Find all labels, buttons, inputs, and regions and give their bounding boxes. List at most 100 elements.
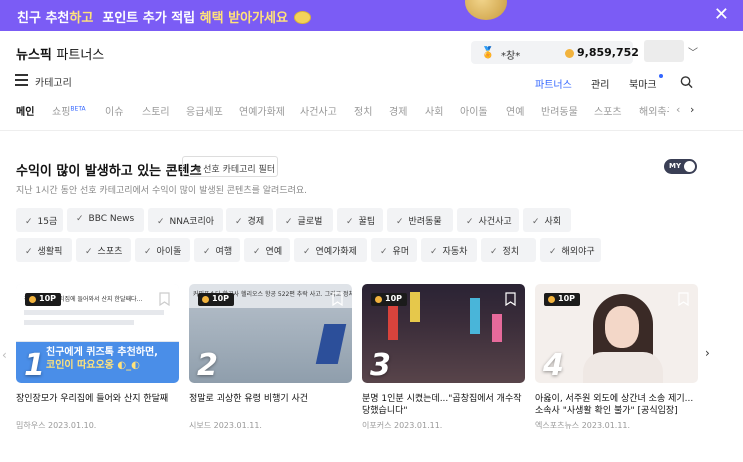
category-chip[interactable]: ✓ BBC News [67, 208, 144, 232]
tab-economy[interactable]: 경제 [389, 103, 407, 118]
category-chip[interactable]: ✓ 여행 [194, 238, 240, 262]
section-description: 지난 1시간 동안 선호 카테고리에서 수익이 많이 발생된 콘텐츠를 알려드려… [16, 186, 308, 196]
card-title[interactable]: 분명 1인분 시켰는데..."곱창집에서 개수작 당했습니다" [362, 393, 527, 417]
category-chip[interactable]: ✓ 15금 [16, 208, 63, 232]
hamburger-menu-icon[interactable] [15, 74, 28, 86]
tab-incidents[interactable]: 사건사고 [300, 103, 337, 118]
check-icon: ✓ [346, 217, 354, 227]
medal-icon: 🏅 [481, 46, 495, 59]
carousel-prev-icon[interactable]: ‹ [2, 348, 7, 362]
promo-text: 친구 추천하고 포인트 추가 적립 혜택 받아가세요 [17, 7, 311, 26]
tab-entertainment-buzz[interactable]: 연예가화제 [239, 103, 285, 118]
tab-issue[interactable]: 이슈 [105, 103, 123, 118]
content-card-thumbnail[interactable]: 장인장모가 우리집에 들어와서 산지 한달째다... 친구에게 퀴즈톡 추천하면… [16, 284, 179, 383]
check-icon: ✓ [25, 217, 33, 227]
tab-politics[interactable]: 정치 [354, 103, 372, 118]
beta-badge: BETA [70, 105, 86, 113]
chip-label: 꿀팁 [358, 217, 376, 227]
chip-label: 사회 [544, 217, 562, 227]
check-icon: ✓ [25, 247, 33, 257]
notification-dot [659, 74, 663, 78]
promo-part3: 포인트 추가 적립 [102, 11, 196, 26]
tab-sports[interactable]: 스포츠 [594, 103, 622, 118]
category-menu-label[interactable]: 카테고리 [35, 74, 72, 89]
category-chip[interactable]: ✓ NNA코리아 [148, 208, 223, 232]
bookmark-icon[interactable] [332, 292, 343, 306]
category-tabs: 메인 쇼핑BETA 이슈 스토리 응급세포 연예가화제 사건사고 정치 경제 사… [0, 103, 743, 121]
category-chip[interactable]: ✓ 유머 [371, 238, 417, 262]
tab-shopping-label: 쇼핑 [52, 107, 71, 118]
site-logo[interactable]: 뉴스픽 파트너스 [16, 44, 104, 63]
category-chip[interactable]: ✓ 사건사고 [457, 208, 519, 232]
neon-sign [388, 304, 398, 340]
bookmark-icon[interactable] [678, 292, 689, 306]
category-chip[interactable]: ✓ 해외야구 [540, 238, 601, 262]
check-icon: ✓ [76, 214, 84, 224]
tab-overseas-soccer[interactable]: 해외축구 [639, 103, 669, 118]
card-title[interactable]: 장인장모가 우리집에 들어와 산지 한달째 [16, 393, 181, 405]
filter-icon: ▼ [195, 165, 202, 174]
category-chip[interactable]: ✓ 연예가화제 [294, 238, 367, 262]
category-chip[interactable]: ✓ 아이돌 [135, 238, 190, 262]
chip-label: 스포츠 [97, 247, 123, 257]
points-badge: 10P [371, 293, 407, 306]
search-icon[interactable] [680, 75, 693, 89]
nav-link-bookmark[interactable]: 북마크 [629, 76, 657, 91]
avatar[interactable] [644, 40, 684, 62]
tab-emergency[interactable]: 응급세포 [186, 103, 223, 118]
my-toggle[interactable]: MY [664, 159, 697, 174]
points-value: 9,859,752 [577, 46, 639, 59]
chip-label: 반려동물 [408, 217, 442, 227]
content-card-thumbnail[interactable]: 10P 3 [362, 284, 525, 383]
category-chip[interactable]: ✓ 생활픽 [16, 238, 72, 262]
tab-pets[interactable]: 반려동물 [541, 103, 578, 118]
chip-label: 정치 [502, 247, 520, 257]
chip-label: NNA코리아 [169, 217, 215, 227]
category-chip[interactable]: ✓ 연예 [244, 238, 290, 262]
logo-bold: 뉴스픽 [16, 48, 52, 63]
category-chip[interactable]: ✓ 사회 [523, 208, 571, 232]
tab-story[interactable]: 스토리 [142, 103, 170, 118]
chevron-left-icon[interactable]: ‹ [676, 103, 680, 116]
category-chip[interactable]: ✓ 스포츠 [76, 238, 131, 262]
check-icon: ✓ [253, 247, 261, 257]
nav-link-manage[interactable]: 관리 [591, 76, 609, 91]
tab-idol[interactable]: 아이돌 [460, 103, 488, 118]
tab-main[interactable]: 메인 [16, 103, 34, 118]
chevron-right-icon[interactable]: › [690, 103, 694, 116]
bookmark-icon[interactable] [505, 292, 516, 306]
preferred-category-filter-button[interactable]: ▼ 선호 카테고리 필터 [182, 156, 278, 177]
close-icon[interactable]: ✕ [714, 4, 729, 25]
carousel-next-icon[interactable]: › [705, 346, 710, 360]
bookmark-icon[interactable] [159, 292, 170, 306]
tab-shopping[interactable]: 쇼핑BETA [52, 103, 86, 118]
chip-label: 연예가화제 [315, 247, 357, 257]
logo-sub: 파트너스 [56, 48, 105, 63]
chip-label: 해외야구 [561, 247, 595, 257]
card-title[interactable]: 정말로 괴상한 유령 비행기 사건 [189, 393, 354, 405]
card-source: 시보드 2023.01.11. [189, 421, 262, 430]
category-chip[interactable]: ✓ 정치 [481, 238, 536, 262]
card-title[interactable]: 아옳이, 서주원 외도에 상간녀 소송 제기... 소속사 "사생활 확인 불가… [535, 393, 700, 417]
user-points-chip[interactable]: 🏅 *창* 9,859,752 [471, 41, 639, 64]
check-icon: ✓ [396, 217, 404, 227]
card-source: 엑스포츠뉴스 2023.01.11. [535, 421, 631, 430]
promo-banner[interactable]: 친구 추천하고 포인트 추가 적립 혜택 받아가세요 ✕ [0, 0, 743, 31]
chip-label: 경제 [247, 217, 265, 227]
airplane-tail [315, 324, 347, 364]
chevron-down-icon[interactable]: ﹀ [688, 44, 698, 59]
card-source: 밈하우스 2023.01.10. [16, 421, 97, 430]
category-chip[interactable]: ✓ 자동차 [421, 238, 477, 262]
category-chip[interactable]: ✓ 글로벌 [276, 208, 333, 232]
tab-society[interactable]: 사회 [425, 103, 443, 118]
content-card-thumbnail[interactable]: 10P 4 [535, 284, 698, 383]
category-chip[interactable]: ✓ 꿀팁 [337, 208, 383, 232]
check-icon: ✓ [235, 217, 243, 227]
chip-label: 글로벌 [297, 217, 323, 227]
category-chip[interactable]: ✓ 경제 [226, 208, 273, 232]
content-card-thumbnail[interactable]: 커피포스터 항공사 헬리오스 항공 522편 추락 사고. 그리고 정체 유령 … [189, 284, 352, 383]
tab-entertainment[interactable]: 연예 [506, 103, 524, 118]
category-chip[interactable]: ✓ 반려동물 [387, 208, 453, 232]
chip-label: 유머 [392, 247, 410, 257]
nav-link-partners[interactable]: 파트너스 [535, 76, 572, 91]
